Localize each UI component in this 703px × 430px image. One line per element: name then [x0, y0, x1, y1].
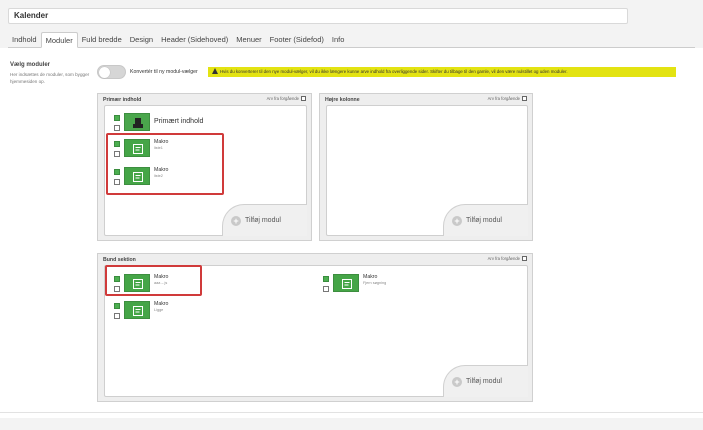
highlight-box [105, 265, 202, 296]
module-title: Makro [154, 301, 169, 307]
add-module-button[interactable]: + Tilføj modul [222, 204, 307, 236]
tab-design[interactable]: Design [126, 32, 157, 48]
add-module-button[interactable]: + Tilføj modul [443, 204, 528, 236]
module-subtitle: Fjern søgning [363, 281, 387, 285]
inherit-label: Arv fra forgående [487, 256, 520, 261]
module-hide-checkbox[interactable] [114, 313, 120, 319]
add-module-label: Tilføj modul [245, 217, 281, 224]
primary-content-icon [124, 113, 150, 131]
module-hide-checkbox[interactable] [114, 125, 120, 131]
macro-icon [333, 274, 359, 292]
settings-label: Vælg moduler [10, 62, 51, 68]
convert-toggle-label: Konvertér til ny modul-vælger [130, 69, 198, 75]
inherit-checkbox[interactable] [522, 96, 527, 101]
tab-fuld-bredde[interactable]: Fuld bredde [78, 32, 126, 48]
module-title: Primært indhold [154, 118, 204, 125]
tab-moduler[interactable]: Moduler [40, 32, 78, 48]
tab-header[interactable]: Header (Sidehoved) [157, 32, 232, 48]
panel-title: Bund sektion [103, 257, 136, 263]
tab-menuer[interactable]: Menuer [232, 32, 265, 48]
inherit-label: Arv fra forgående [487, 96, 520, 101]
divider [0, 412, 703, 413]
warning-icon [212, 68, 218, 74]
highlight-box [106, 133, 224, 195]
panel-title: Primær indhold [103, 97, 142, 103]
module-select-checkbox[interactable] [114, 303, 120, 309]
inherit-label: Arv fra forgående [266, 96, 299, 101]
page-title-field[interactable]: Kalender [8, 8, 628, 24]
right-column-panel: Højre kolonne Arv fra forgående + Tilføj… [319, 93, 533, 241]
convert-toggle[interactable] [97, 65, 126, 79]
plus-icon: + [452, 216, 462, 226]
tab-indhold[interactable]: Indhold [8, 32, 41, 48]
module-title: Makro [363, 274, 378, 280]
add-module-button[interactable]: + Tilføj modul [443, 365, 528, 397]
panel-title: Højre kolonne [325, 97, 360, 103]
tab-bar: Indhold Moduler Fuld bredde Design Heade… [8, 32, 695, 48]
add-module-label: Tilføj modul [466, 217, 502, 224]
inherit-option: Arv fra forgående [267, 96, 306, 101]
warning-banner: Hvis du konverterer til den nye modul-væ… [208, 67, 676, 77]
warning-text: Hvis du konverterer til den nye modul-væ… [220, 69, 568, 74]
tab-info[interactable]: Info [328, 32, 349, 48]
module-select-checkbox[interactable] [323, 276, 329, 282]
inherit-option: Arv fra forgående [488, 96, 527, 101]
add-module-label: Tilføj modul [466, 378, 502, 385]
module-select-checkbox[interactable] [114, 115, 120, 121]
toggle-knob [99, 67, 110, 78]
module-subtitle: Ligge [154, 308, 164, 312]
tab-footer[interactable]: Footer (Sidefod) [266, 32, 328, 48]
inherit-option: Arv fra forgående [488, 256, 527, 261]
module-hide-checkbox[interactable] [323, 286, 329, 292]
settings-description: Her indsættes de moduler, som bygger hje… [10, 72, 90, 84]
inherit-checkbox[interactable] [301, 96, 306, 101]
macro-icon [124, 301, 150, 319]
plus-icon: + [231, 216, 241, 226]
module-dropzone: + Tilføj modul [326, 105, 528, 236]
inherit-checkbox[interactable] [522, 256, 527, 261]
plus-icon: + [452, 377, 462, 387]
